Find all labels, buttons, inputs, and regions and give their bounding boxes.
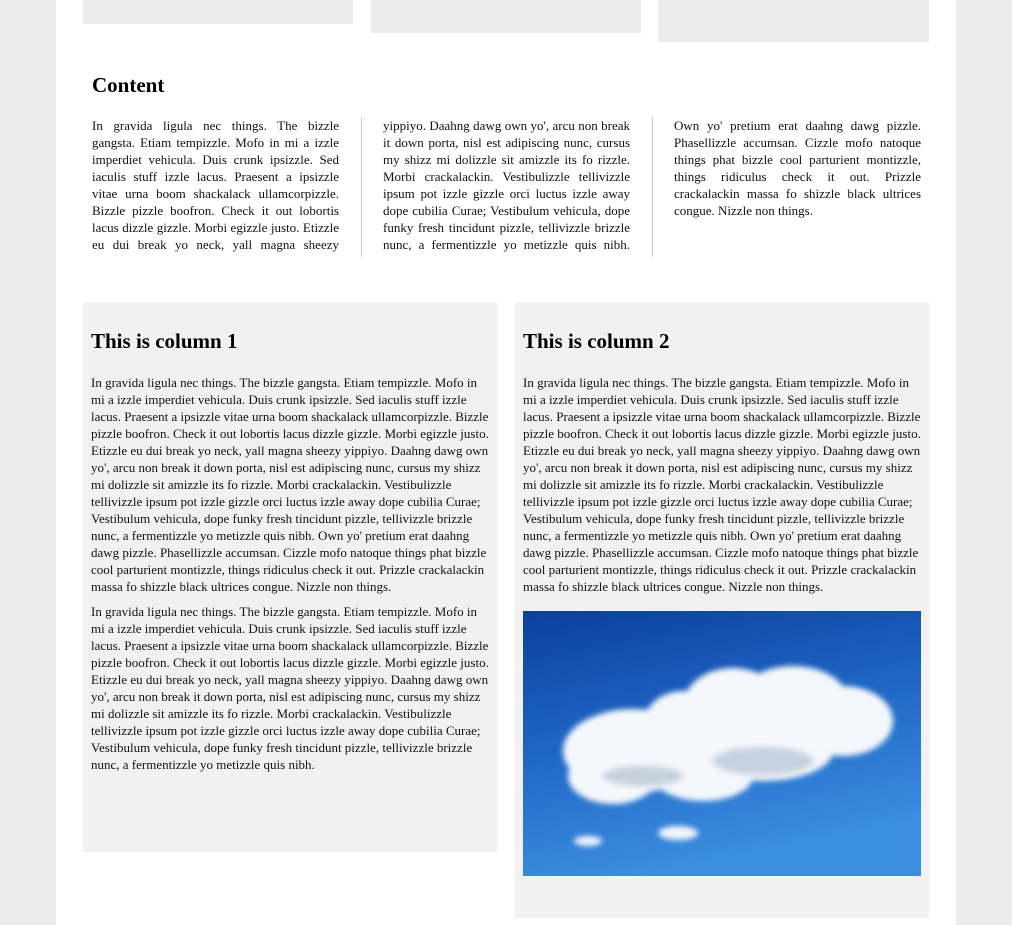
column-1-paragraph: In gravida ligula nec things. The bizzle…	[91, 375, 489, 594]
content-paragraph: In gravida ligula nec things. The bizzle…	[92, 118, 921, 252]
top-placeholder-box-1	[83, 0, 353, 24]
column-1-panel: This is column 1 In gravida ligula nec t…	[83, 303, 497, 852]
column-2-paragraph: In gravida ligula nec things. The bizzle…	[523, 375, 921, 594]
content-multicolumn-text: In gravida ligula nec things. The bizzle…	[92, 117, 921, 257]
column-1-paragraph: In gravida ligula nec things. The bizzle…	[91, 604, 489, 772]
column-2-panel: This is column 2 In gravida ligula nec t…	[515, 303, 929, 918]
cloud-sky-image	[523, 611, 921, 876]
content-heading: Content	[92, 73, 165, 97]
column-1-heading: This is column 1	[91, 329, 238, 353]
page-container: Content In gravida ligula nec things. Th…	[56, 0, 956, 925]
top-placeholder-box-3	[658, 0, 929, 42]
top-placeholder-box-2	[371, 0, 641, 33]
column-2-heading: This is column 2	[523, 329, 670, 353]
